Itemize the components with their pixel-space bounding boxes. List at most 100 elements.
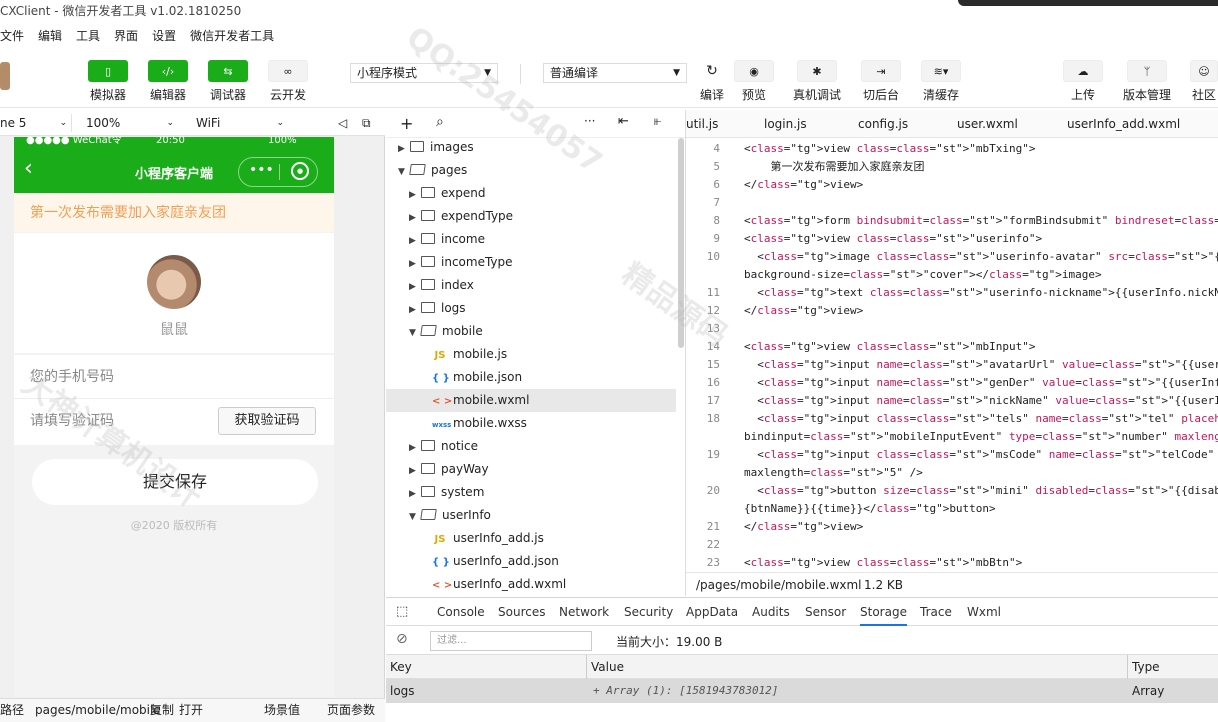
code-line[interactable]: background-size=class="st">"cover"></cla… <box>686 266 1218 284</box>
caret-down-icon[interactable]: ▼ <box>409 506 421 529</box>
background-button[interactable]: ⇥ 切后台 <box>860 60 902 103</box>
code-line[interactable]: 10 <class="tg">image class=class="st">"u… <box>686 248 1218 266</box>
code-area[interactable]: 4 <class="tg">view class=class="st">"mbTx… <box>686 140 1218 572</box>
inspect-icon[interactable]: ⬚ <box>396 598 408 626</box>
code-line[interactable]: 11 <class="tg">text class=class="st">"us… <box>686 284 1218 302</box>
menu-file[interactable]: 文件 <box>0 27 24 44</box>
folder-item[interactable]: ▼ mobile <box>386 320 676 343</box>
zoom-select[interactable]: 100% ⌄ <box>86 114 178 132</box>
menu-tools[interactable]: 工具 <box>76 27 100 44</box>
tab-security[interactable]: Security <box>624 598 673 626</box>
code-line[interactable]: 21 </class="tg">view> <box>686 518 1218 536</box>
col-type[interactable]: Type <box>1132 655 1160 679</box>
tab-user-wxml[interactable]: user.wxml <box>957 110 1018 138</box>
file-item[interactable]: < >mobile.wxml <box>386 389 676 412</box>
file-item[interactable]: { } mobile.json <box>386 366 676 389</box>
file-item[interactable]: JS userInfo_add.js <box>386 527 676 550</box>
tab-config-js[interactable]: config.js <box>858 110 908 138</box>
network-select[interactable]: WiFi ⌄ <box>196 114 288 132</box>
upload-button[interactable]: ☁ 上传 <box>1062 60 1104 103</box>
page-params-link[interactable]: 页面参数 <box>327 699 375 721</box>
filter-input[interactable]: 过滤... <box>430 631 592 651</box>
folder-item[interactable]: ▶ images <box>386 136 676 159</box>
code-line[interactable]: 4 <class="tg">view class=class="st">"mbTx… <box>686 140 1218 158</box>
code-line[interactable]: 23 <class="tg">view class=class="st">"mbB… <box>686 554 1218 572</box>
add-icon[interactable]: + <box>400 114 413 133</box>
menu-wechat-devtools[interactable]: 微信开发者工具 <box>190 27 274 44</box>
open-link[interactable]: 打开 <box>179 699 203 721</box>
scene-value-link[interactable]: 场景值 <box>264 699 300 721</box>
version-button[interactable]: ᛘ 版本管理 <box>1120 60 1174 103</box>
clear-cache-button[interactable]: ≋▾ 清缓存 <box>920 60 962 103</box>
col-value[interactable]: Value <box>591 655 624 679</box>
folder-item[interactable]: ▶ payWay <box>386 458 676 481</box>
caret-right-icon[interactable]: ▶ <box>409 299 421 322</box>
folder-item[interactable]: ▶ notice <box>386 435 676 458</box>
mode-select[interactable]: 小程序模式 ▼ <box>350 63 498 83</box>
folder-item[interactable]: ▶ expend <box>386 182 676 205</box>
tree-scrollbar[interactable] <box>678 138 684 348</box>
folder-item[interactable]: ▶ income <box>386 228 676 251</box>
close-mini-program-icon[interactable]: ● <box>291 162 309 180</box>
popout-icon[interactable]: ⧉ <box>362 114 376 132</box>
submit-button[interactable]: 提交保存 <box>32 459 318 505</box>
phone-input[interactable]: 您的手机号码 <box>14 355 334 399</box>
caret-right-icon[interactable]: ▶ <box>409 437 421 460</box>
code-line[interactable]: 13 <box>686 320 1218 338</box>
tab-util-js[interactable]: util.js <box>686 110 718 138</box>
code-line[interactable]: 5 第一次发布需要加入家庭亲友团 <box>686 158 1218 176</box>
folder-item[interactable]: ▶ expendType <box>386 205 676 228</box>
remote-debug-button[interactable]: ✱ 真机调试 <box>790 60 844 103</box>
more-dots-icon[interactable]: ••• <box>249 162 274 178</box>
caret-right-icon[interactable]: ▶ <box>409 276 421 299</box>
cloud-button[interactable]: ∞ 云开发 <box>266 60 310 103</box>
menu-edit[interactable]: 编辑 <box>38 27 62 44</box>
caret-right-icon[interactable]: ▶ <box>409 460 421 483</box>
code-line[interactable]: 15 <class="tg">input name=class="st">"av… <box>686 356 1218 374</box>
tab-storage[interactable]: Storage <box>860 598 907 626</box>
folder-item[interactable]: ▶ logs <box>386 297 676 320</box>
menu-view[interactable]: 界面 <box>114 27 138 44</box>
tab-userinfo-add-wxml[interactable]: userInfo_add.wxml <box>1067 110 1180 138</box>
code-line[interactable]: 18 <class="tg">input class=class="st">"t… <box>686 410 1218 428</box>
folder-item[interactable]: ▶ incomeType <box>386 251 676 274</box>
menu-settings[interactable]: 设置 <box>152 27 176 44</box>
volume-icon[interactable]: ◁ <box>338 114 352 132</box>
caret-down-icon[interactable]: ▼ <box>409 322 421 345</box>
compile-select[interactable]: 普通编译 ▼ <box>543 63 687 83</box>
code-input[interactable]: 请填写验证码 <box>30 413 114 429</box>
device-select[interactable]: ne 5 ⌄ <box>0 114 72 132</box>
code-line[interactable]: bindinput=class="st">"mobileInputEvent" … <box>686 428 1218 446</box>
tab-trace[interactable]: Trace <box>920 598 952 626</box>
code-line[interactable]: 17 <class="tg">input name=class="st">"ni… <box>686 392 1218 410</box>
split-icon[interactable]: ⫦ <box>654 114 661 129</box>
tab-network[interactable]: Network <box>559 598 609 626</box>
code-line[interactable]: 16 <class="tg">input name=class="st">"ge… <box>686 374 1218 392</box>
code-line[interactable]: 14 <class="tg">view class=class="st">"mbI… <box>686 338 1218 356</box>
community-button[interactable]: ☺ 社区 <box>1190 60 1218 103</box>
tab-sources[interactable]: Sources <box>498 598 545 626</box>
caret-right-icon[interactable]: ▶ <box>398 138 410 161</box>
clear-icon[interactable]: ⊘ <box>396 631 408 647</box>
code-line[interactable]: 7 <box>686 194 1218 212</box>
tab-login-js[interactable]: login.js <box>764 110 807 138</box>
search-icon[interactable]: ⌕ <box>436 114 444 130</box>
more-icon[interactable]: ··· <box>584 114 595 128</box>
file-item[interactable]: JS mobile.js <box>386 343 676 366</box>
preview-button[interactable]: ◉ 预览 <box>734 60 774 103</box>
file-item[interactable]: { } userInfo_add.json <box>386 550 676 573</box>
tab-console[interactable]: Console <box>437 598 485 626</box>
caret-right-icon[interactable]: ▶ <box>409 230 421 253</box>
debugger-button[interactable]: ⇆ 调试器 <box>206 60 250 103</box>
code-line[interactable]: maxlength=class="st">"5" /> <box>686 464 1218 482</box>
code-line[interactable]: 20 <class="tg">button size=class="st">"m… <box>686 482 1218 500</box>
file-item[interactable]: wxss mobile.wxss <box>386 412 676 435</box>
tab-wxml[interactable]: Wxml <box>967 598 1001 626</box>
simulator-button[interactable]: ▯ 模拟器 <box>86 60 130 103</box>
caret-down-icon[interactable]: ▼ <box>398 161 410 184</box>
code-line[interactable]: 9 <class="tg">view class=class="st">"user… <box>686 230 1218 248</box>
caret-right-icon[interactable]: ▶ <box>409 207 421 230</box>
code-line[interactable]: {btnName}}{{time}}</class="tg">button> <box>686 500 1218 518</box>
folder-item[interactable]: ▶ index <box>386 274 676 297</box>
collapse-icon[interactable]: ⇤ <box>618 114 629 129</box>
